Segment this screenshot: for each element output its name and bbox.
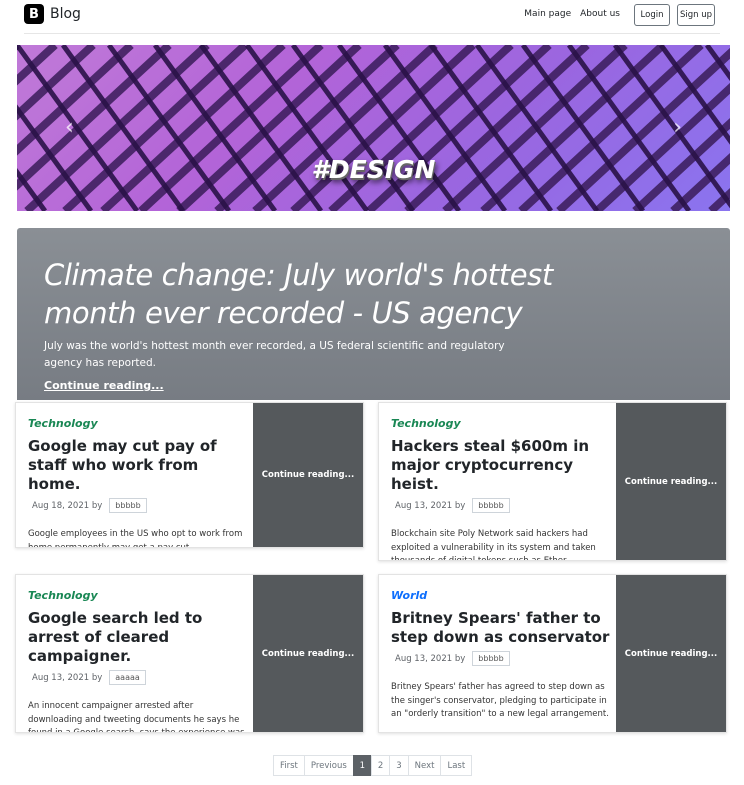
post-date: Aug 13, 2021 by [395,500,466,511]
grid-beam [252,45,438,211]
post-title: Google may cut pay of staff who work fro… [28,437,217,493]
featured-lead: July was the world's hottest month ever … [44,340,505,369]
post-card: Technology Hackers steal $600m in major … [378,402,727,561]
post-date: Aug 18, 2021 by [32,500,103,511]
page-2[interactable]: 2 [370,755,391,776]
post-excerpt: Blockchain site Poly Network said hacker… [391,529,596,561]
post-excerpt: Britney Spears' father has agreed to ste… [391,682,609,719]
post-meta: Aug 18, 2021 by bbbbb [32,498,250,513]
brand-link[interactable]: B Blog [24,4,81,24]
post-excerpt: An innocent campaigner arrested after do… [28,701,245,733]
chevron-right-icon[interactable]: › [673,115,682,140]
author-badge[interactable]: bbbbb [472,498,510,513]
nav-link-main-page[interactable]: Main page [524,9,571,19]
post-meta: Aug 13, 2021 by bbbbb [395,651,613,666]
post-card: World Britney Spears' father to step dow… [378,574,727,733]
post-meta: Aug 13, 2021 by bbbbb [395,498,613,513]
author-badge[interactable]: bbbbb [472,651,510,666]
login-button[interactable]: Login [634,4,670,26]
continue-reading-button[interactable]: Continue reading... [253,403,363,547]
nav-link-about-us[interactable]: About us [580,9,620,19]
featured-title: Climate change: July world's hottest mon… [44,258,553,330]
post-title: Hackers steal $600m in major cryptocurre… [391,437,590,493]
post-meta: Aug 13, 2021 by aaaaa [32,670,250,685]
brand-name: Blog [50,6,81,22]
grid-beam [176,45,362,211]
post-card-body: Technology Google search led to arrest o… [28,589,250,733]
chevron-left-icon[interactable]: ‹ [65,115,74,140]
post-category: World [391,589,428,602]
post-category: Technology [391,417,461,430]
carousel-image [17,45,730,211]
page-3[interactable]: 3 [389,755,409,776]
bootstrap-logo-icon: B [24,4,44,24]
post-category: Technology [28,589,98,602]
post-title: Britney Spears' father to step down as c… [391,609,610,646]
page-next[interactable]: Next [407,755,442,776]
post-date: Aug 13, 2021 by [395,653,466,664]
nav-links: Main page About us [524,9,620,19]
hero-carousel: ‹ › #DESIGN [17,45,730,211]
carousel-caption: #DESIGN [311,155,436,184]
post-card-body: Technology Hackers steal $600m in major … [391,417,613,561]
author-badge[interactable]: aaaaa [109,670,146,685]
page-last[interactable]: Last [440,755,473,776]
post-category: Technology [28,417,98,430]
featured-continue-link[interactable]: Continue reading... [44,379,164,392]
post-card: Technology Google may cut pay of staff w… [15,402,364,548]
continue-reading-button[interactable]: Continue reading... [616,403,726,560]
author-badge[interactable]: bbbbb [109,498,147,513]
page-first[interactable]: First [273,755,305,776]
post-card-body: World Britney Spears' father to step dow… [391,589,613,722]
post-excerpt: Google employees in the US who opt to wo… [28,529,243,548]
navbar-divider [24,33,720,34]
pagination: First Previous 1 2 3 Next Last [273,755,473,776]
signup-button[interactable]: Sign up [677,4,715,26]
post-card: Technology Google search led to arrest o… [15,574,364,733]
continue-reading-button[interactable]: Continue reading... [616,575,726,732]
post-title: Google search led to arrest of cleared c… [28,609,203,665]
page-1[interactable]: 1 [352,755,372,776]
page-previous[interactable]: Previous [303,755,354,776]
post-date: Aug 13, 2021 by [32,672,103,683]
navbar: B Blog Main page About us Login Sign up [0,0,744,34]
featured-post: Climate change: July world's hottest mon… [17,228,730,400]
post-card-body: Technology Google may cut pay of staff w… [28,417,250,548]
continue-reading-button[interactable]: Continue reading... [253,575,363,732]
